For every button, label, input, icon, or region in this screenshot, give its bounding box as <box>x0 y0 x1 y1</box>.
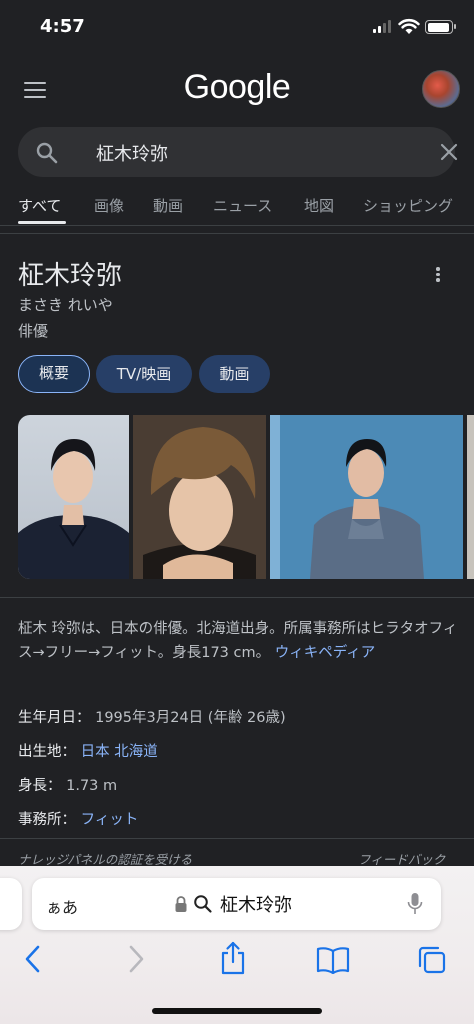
chip-overview[interactable]: 概要 <box>18 355 90 393</box>
fact-label: 身長： <box>18 778 62 794</box>
account-avatar[interactable] <box>422 70 460 108</box>
search-query-text[interactable]: 柾木玲弥 <box>96 140 168 166</box>
footer-divider <box>0 838 474 839</box>
tabs-icon[interactable] <box>416 944 448 976</box>
description-text: 柾木 玲弥は、日本の俳優。北海道出身。所属事務所はヒラタオフィス→フリー→フィッ… <box>18 621 458 661</box>
search-tabs: すべて 画像 動画 ニュース 地図 ショッピング <box>0 190 474 224</box>
bookmarks-icon[interactable] <box>316 946 350 974</box>
address-text[interactable]: 柾木玲弥 <box>220 891 292 917</box>
chip-videos[interactable]: 動画 <box>199 355 270 393</box>
battery-icon <box>425 20 456 34</box>
tab-images[interactable]: 画像 <box>94 195 124 216</box>
back-icon[interactable] <box>24 944 42 974</box>
home-indicator <box>152 1008 322 1014</box>
knowledge-panel-title: 柾木玲弥 <box>18 261 123 291</box>
close-icon[interactable] <box>438 141 460 163</box>
search-icon <box>194 895 212 913</box>
tab-all[interactable]: すべて <box>18 195 61 216</box>
google-logo[interactable]: Google <box>0 68 474 107</box>
text-size-button[interactable]: ぁあ <box>46 894 78 918</box>
google-header: Google <box>0 54 474 126</box>
previous-tab-preview[interactable] <box>0 878 22 930</box>
tabs-divider <box>0 225 474 226</box>
image-thumbnail[interactable] <box>270 415 463 579</box>
active-tab-indicator <box>18 221 66 224</box>
wikipedia-link[interactable]: ウィキペディア <box>275 645 375 661</box>
share-icon[interactable] <box>219 940 247 976</box>
fact-agency: 事務所： フィット <box>18 808 138 829</box>
fact-link[interactable]: 日本 北海道 <box>81 744 158 760</box>
wifi-icon <box>398 18 420 34</box>
fact-value: 1.73 m <box>66 778 118 794</box>
cellular-signal-icon <box>373 20 391 33</box>
address-bar[interactable]: ぁあ 柾木玲弥 <box>32 878 441 930</box>
fact-height: 身長： 1.73 m <box>18 774 117 795</box>
search-icon[interactable] <box>35 141 59 165</box>
fact-birthplace: 出生地： 日本 北海道 <box>18 740 158 761</box>
fact-value: 1995年3月24日 (年齢 26歳) <box>95 710 286 726</box>
microphone-icon[interactable] <box>407 892 423 916</box>
tab-maps[interactable]: 地図 <box>304 195 334 216</box>
tab-videos[interactable]: 動画 <box>153 195 183 216</box>
image-thumbnail[interactable] <box>133 415 266 579</box>
name-reading: まさき れいや <box>18 296 113 314</box>
forward-icon[interactable] <box>127 944 145 974</box>
entity-description: 柾木 玲弥は、日本の俳優。北海道出身。所属事務所はヒラタオフィス→フリー→フィッ… <box>18 617 458 665</box>
image-carousel <box>18 415 474 579</box>
entity-type: 俳優 <box>18 322 49 340</box>
fact-label: 事務所： <box>18 812 76 828</box>
tab-news[interactable]: ニュース <box>213 195 272 216</box>
panel-divider <box>0 597 474 598</box>
lock-icon <box>175 896 187 912</box>
image-thumbnail[interactable] <box>18 415 129 579</box>
more-options-icon[interactable] <box>434 267 442 285</box>
section-divider <box>0 233 474 234</box>
search-input[interactable]: 柾木玲弥 <box>18 127 458 177</box>
tab-shopping[interactable]: ショッピング <box>363 195 453 216</box>
image-thumbnail[interactable] <box>467 415 474 579</box>
fact-link[interactable]: フィット <box>81 812 139 828</box>
fact-label: 生年月日： <box>18 710 91 726</box>
chip-tv-movies[interactable]: TV/映画 <box>96 355 192 393</box>
status-bar: 4:57 <box>0 0 474 54</box>
fact-birthdate: 生年月日： 1995年3月24日 (年齢 26歳) <box>18 706 286 727</box>
fact-label: 出生地： <box>18 744 76 760</box>
status-time: 4:57 <box>40 16 85 37</box>
